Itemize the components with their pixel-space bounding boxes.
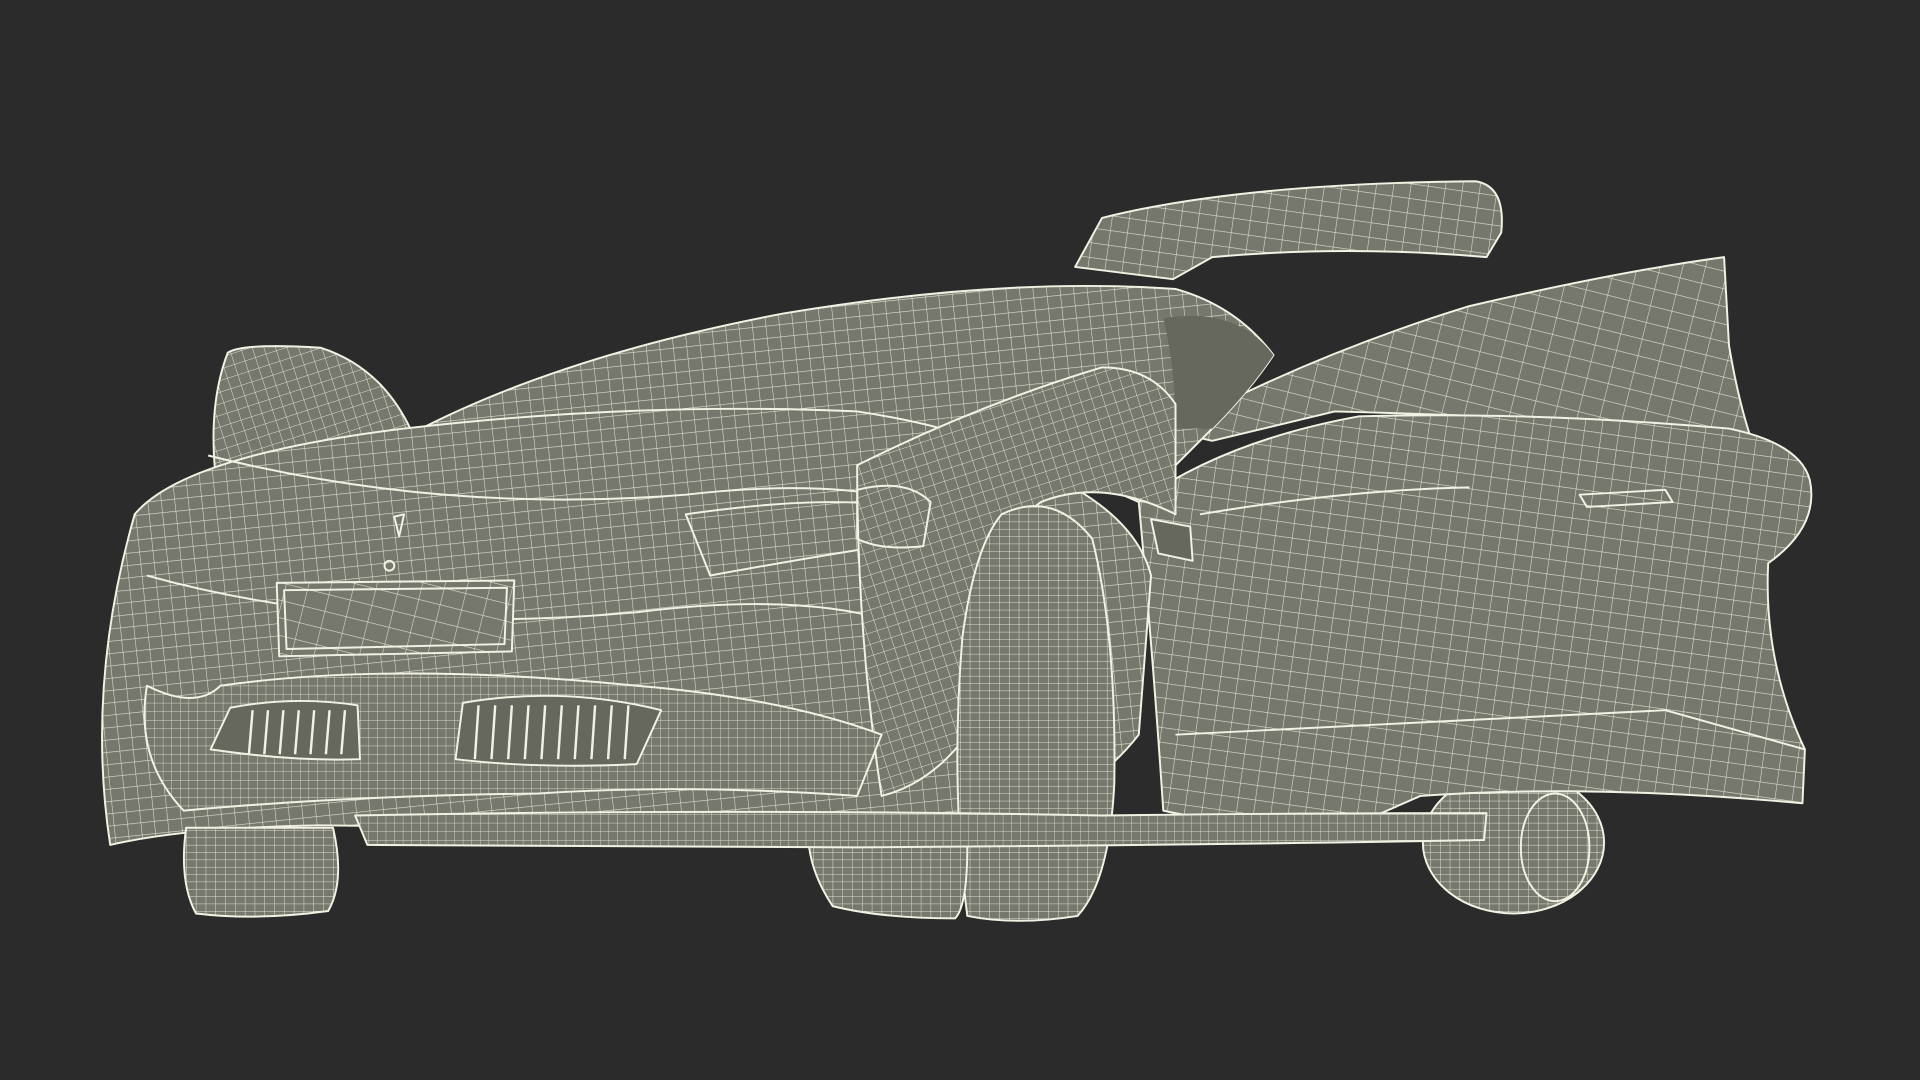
- right-side-body: [1137, 414, 1813, 825]
- car-wireframe-render: [101, 180, 1813, 922]
- side-skirt: [354, 810, 1488, 849]
- left-grille: [209, 699, 361, 761]
- rear-spoiler: [1074, 180, 1503, 281]
- right-grille: [454, 694, 663, 767]
- front-right-wheel: [956, 505, 1116, 922]
- license-plate: [275, 579, 516, 658]
- viewport: [0, 0, 1920, 1080]
